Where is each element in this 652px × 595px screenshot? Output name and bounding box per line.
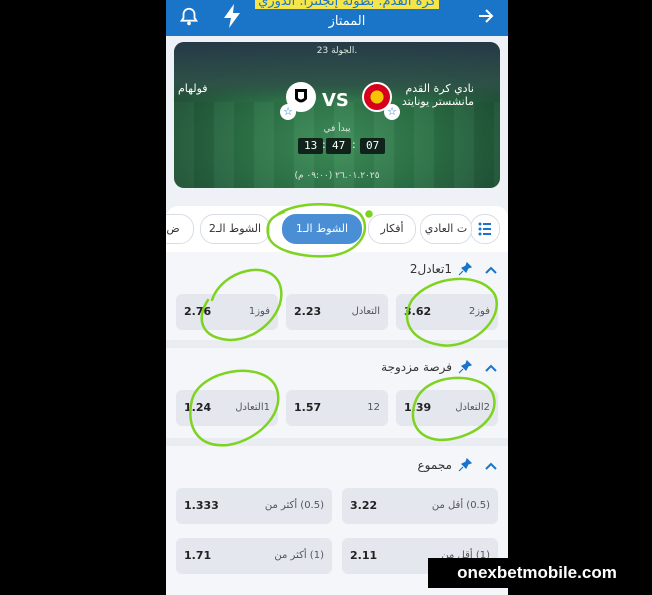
- match-card: الجولة 23. نادي كرة القدم مانشستر يونايت…: [174, 42, 500, 188]
- list-menu-icon[interactable]: [470, 214, 500, 244]
- odd-value: 1.57: [294, 401, 322, 414]
- odd-label: (0.5) أقل من: [431, 500, 490, 511]
- chevron-up-icon[interactable]: [484, 263, 498, 277]
- round-label: الجولة 23.: [316, 46, 358, 56]
- arrow-right-icon[interactable]: [476, 6, 496, 26]
- odd-value: 1.71: [184, 549, 212, 562]
- odd-value: 1.24: [184, 401, 212, 414]
- odd-label: فوز1: [248, 306, 270, 317]
- market-title: مجموع: [417, 458, 452, 472]
- odd-button[interactable]: فوز1 2.76: [176, 294, 278, 330]
- odd-label: 2التعادل: [455, 402, 490, 413]
- odd-button[interactable]: (1) أكثر من 1.71: [176, 538, 332, 574]
- market-double-chance: فرصة مزدوجة 2التعادل 1.39 12 1.57 1التعا…: [166, 348, 508, 438]
- divider: [166, 438, 508, 446]
- tab-second-half[interactable]: الشوط الـ2: [200, 214, 270, 244]
- odd-button[interactable]: (0.5) أقل من 3.22: [342, 488, 498, 524]
- title-line-2: الممتاز: [328, 14, 366, 29]
- page-title: كرة القدم. بطولة إنجلترا. الدوري الممتاز: [226, 0, 468, 32]
- watermark: onexbetmobile.com: [428, 558, 646, 588]
- market-title: 1تعادل2: [409, 262, 452, 276]
- match-date: ٢٦.٠١.٢٠٢٥ (٠٩:٠٠ م): [294, 171, 380, 181]
- top-bar: كرة القدم. بطولة إنجلترا. الدوري الممتاز: [166, 0, 508, 36]
- pin-icon[interactable]: [458, 458, 472, 472]
- away-team-name: فولهام: [178, 82, 208, 95]
- odd-button[interactable]: فوز2 3.62: [396, 294, 498, 330]
- pin-icon[interactable]: [458, 360, 472, 374]
- tab-regular-time[interactable]: ت العادي: [420, 214, 472, 244]
- odd-label: 1التعادل: [235, 402, 270, 413]
- market-1x2: 1تعادل2 فوز2 3.62 التعادل 2.23 فوز1 2.76: [166, 252, 508, 340]
- countdown-seconds: 13: [298, 138, 324, 154]
- period-tabs: ت العادي أفكار الشوط الـ1 الشوط الـ2 ض: [166, 206, 508, 252]
- odd-button[interactable]: 12 1.57: [286, 390, 388, 426]
- countdown-separator: :: [352, 138, 356, 151]
- phone-screen: كرة القدم. بطولة إنجلترا. الدوري الممتاز…: [166, 0, 508, 595]
- market-header[interactable]: 1تعادل2: [166, 256, 508, 282]
- chevron-up-icon[interactable]: [484, 459, 498, 473]
- title-line-1: كرة القدم. بطولة إنجلترا. الدوري: [255, 0, 439, 9]
- countdown-hours: 07: [360, 138, 386, 154]
- odd-button[interactable]: 2التعادل 1.39: [396, 390, 498, 426]
- odd-label: 12: [367, 402, 380, 413]
- versus-label: VS: [322, 90, 349, 111]
- odd-button[interactable]: (0.5) أكثر من 1.333: [176, 488, 332, 524]
- divider: [166, 340, 508, 348]
- starts-in-label: يبدأ في: [323, 124, 351, 134]
- chevron-up-icon[interactable]: [484, 361, 498, 375]
- pin-icon[interactable]: [458, 262, 472, 276]
- bell-icon[interactable]: [178, 6, 200, 28]
- favorite-star-icon[interactable]: ☆: [280, 104, 296, 120]
- odd-value: 2.76: [184, 305, 212, 318]
- odd-value: 3.62: [404, 305, 432, 318]
- market-header[interactable]: مجموع: [166, 452, 508, 478]
- odd-value: 2.23: [294, 305, 322, 318]
- odd-value: 2.11: [350, 549, 378, 562]
- tab-first-half[interactable]: الشوط الـ1: [282, 214, 362, 244]
- market-title: فرصة مزدوجة: [381, 360, 452, 374]
- odd-label: (1) أكثر من: [274, 550, 324, 561]
- carousel-dots[interactable]: [329, 196, 345, 211]
- odd-label: التعادل: [351, 306, 380, 317]
- odd-value: 3.22: [350, 499, 378, 512]
- tab-more[interactable]: ض: [166, 214, 194, 244]
- odd-button[interactable]: 1التعادل 1.24: [176, 390, 278, 426]
- odd-label: (0.5) أكثر من: [264, 500, 324, 511]
- odd-value: 1.39: [404, 401, 432, 414]
- tab-ideas[interactable]: أفكار: [368, 214, 416, 244]
- home-team-name: نادي كرة القدم مانشستر يونايتد: [401, 82, 474, 108]
- odd-label: فوز2: [468, 306, 490, 317]
- market-header[interactable]: فرصة مزدوجة: [166, 354, 508, 380]
- favorite-star-icon[interactable]: ☆: [384, 104, 400, 120]
- countdown-minutes: 47: [326, 138, 352, 154]
- odd-button[interactable]: التعادل 2.23: [286, 294, 388, 330]
- odd-value: 1.333: [184, 499, 219, 512]
